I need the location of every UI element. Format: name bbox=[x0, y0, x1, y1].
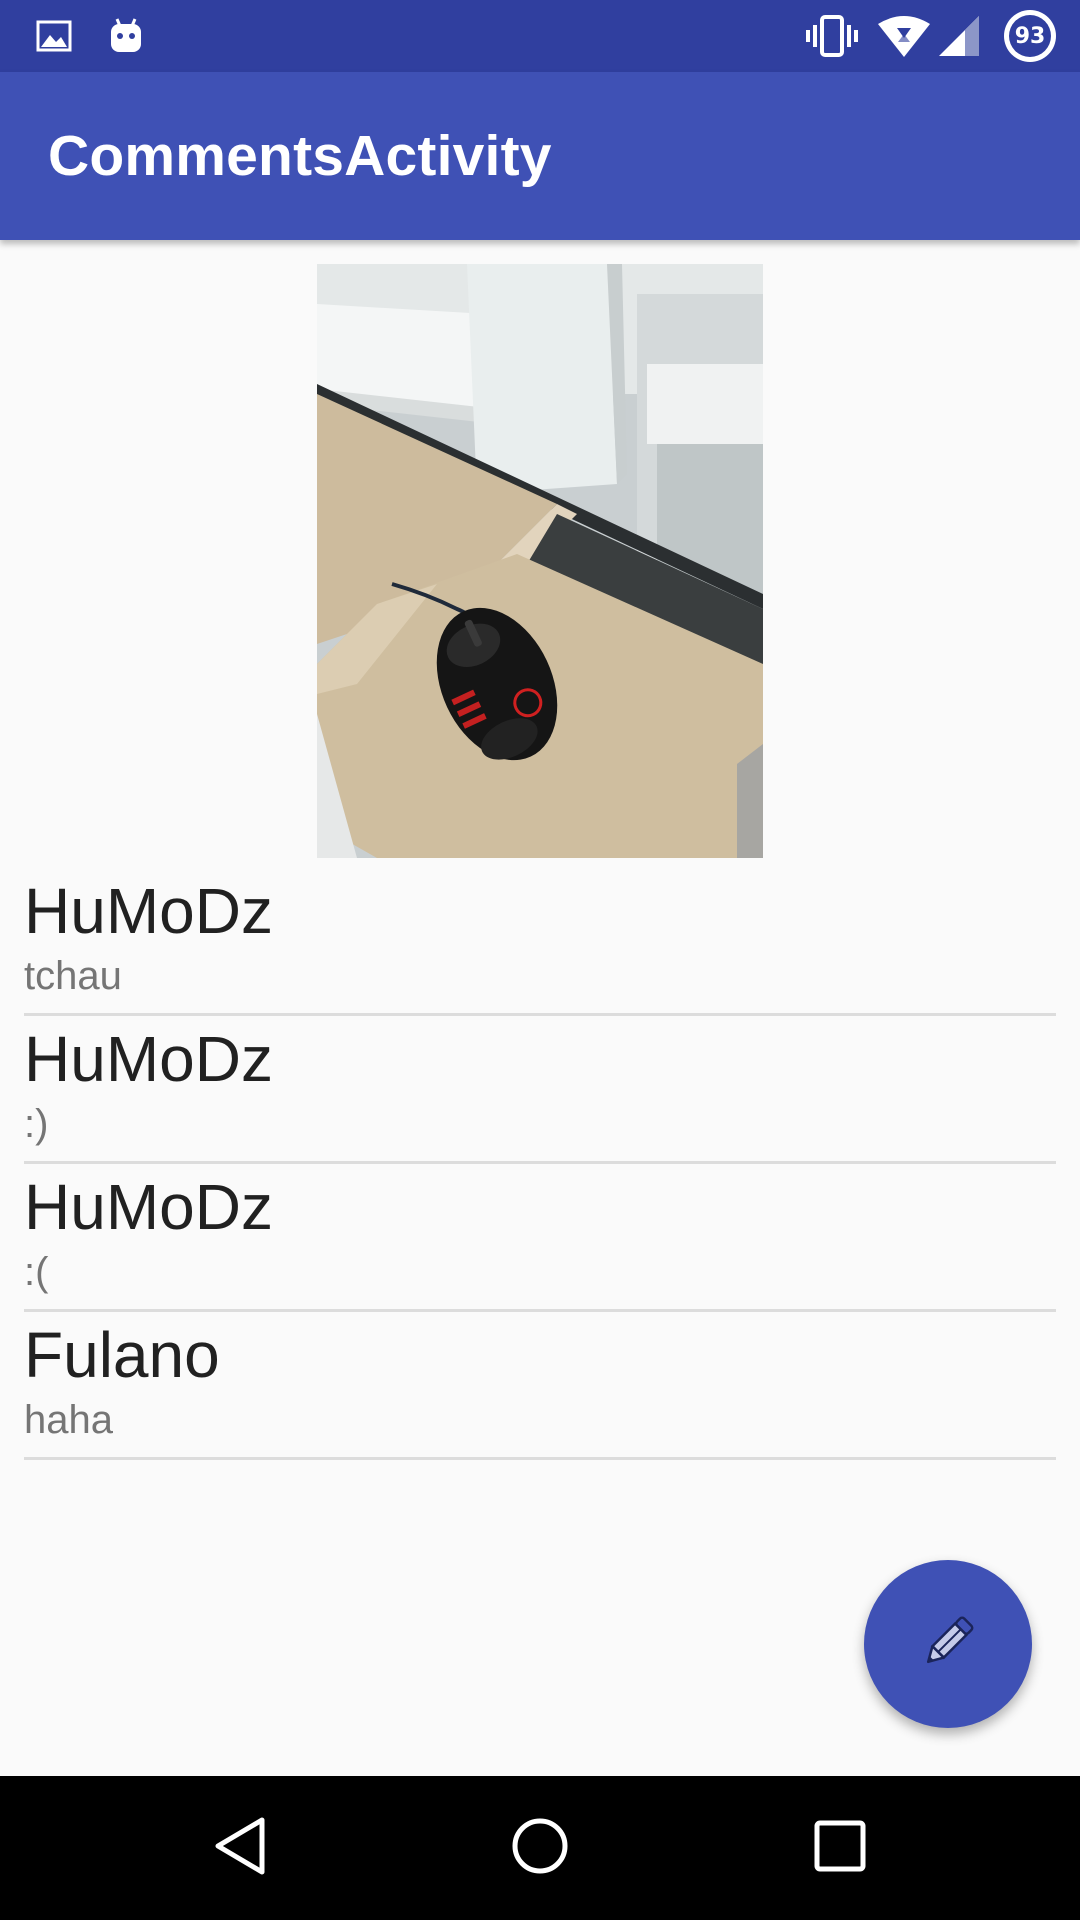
home-button[interactable] bbox=[468, 1776, 612, 1920]
vibrate-icon bbox=[804, 0, 860, 72]
add-comment-button[interactable] bbox=[864, 1560, 1032, 1728]
list-item[interactable]: HuMoDz :) bbox=[24, 1016, 1056, 1164]
recents-button[interactable] bbox=[768, 1776, 912, 1920]
list-item[interactable]: Fulano haha bbox=[24, 1312, 1056, 1460]
list-item[interactable]: HuMoDz :( bbox=[24, 1164, 1056, 1312]
comment-author: HuMoDz bbox=[24, 875, 273, 947]
battery-icon: 93 bbox=[1004, 10, 1056, 62]
comment-author: HuMoDz bbox=[24, 1171, 273, 1243]
comments-list: HuMoDz tchau HuMoDz :) HuMoDz :( Fulano … bbox=[24, 868, 1056, 1460]
signal-icon bbox=[934, 0, 982, 72]
comment-text: :) bbox=[24, 1102, 49, 1146]
app-bar: CommentsActivity bbox=[0, 72, 1080, 240]
back-button[interactable] bbox=[168, 1776, 312, 1920]
post-image bbox=[317, 264, 763, 858]
navigation-bar bbox=[0, 1776, 1080, 1920]
comment-author: HuMoDz bbox=[24, 1023, 273, 1095]
comment-author: Fulano bbox=[24, 1319, 220, 1391]
comment-text: tchau bbox=[24, 954, 122, 998]
battery-level: 93 bbox=[1009, 15, 1051, 57]
recents-icon bbox=[813, 1819, 867, 1877]
comment-text: haha bbox=[24, 1398, 113, 1442]
list-item[interactable]: HuMoDz tchau bbox=[24, 868, 1056, 1016]
page-title: CommentsActivity bbox=[48, 124, 552, 188]
home-icon bbox=[510, 1816, 570, 1880]
wifi-icon bbox=[876, 0, 932, 72]
back-icon bbox=[212, 1816, 268, 1880]
comment-text: :( bbox=[24, 1250, 49, 1294]
status-bar: 93 bbox=[0, 0, 1080, 72]
pencil-icon bbox=[916, 1610, 980, 1678]
android-icon bbox=[106, 0, 146, 72]
image-icon bbox=[34, 0, 74, 72]
